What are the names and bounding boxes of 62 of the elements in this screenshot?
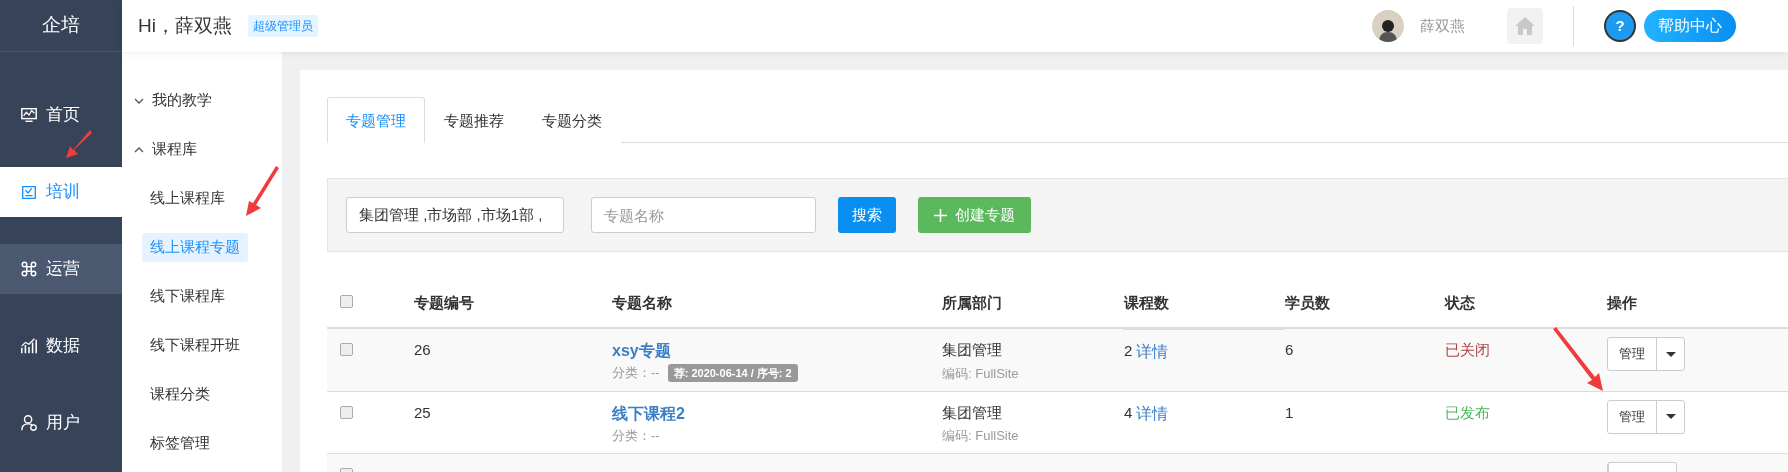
annotation-arrow xyxy=(1553,327,1603,391)
annotation-arrow xyxy=(246,166,279,216)
table-cell: 集团管理 xyxy=(942,403,1002,421)
command-icon xyxy=(20,260,38,278)
home-button[interactable] xyxy=(1507,8,1543,44)
category-text: 分类：-- xyxy=(612,364,660,382)
nav-item[interactable]: 运营 xyxy=(0,244,122,294)
caret-icon xyxy=(1665,414,1676,419)
column-header: 操作 xyxy=(1607,294,1637,312)
column-header: 专题编号 xyxy=(414,294,474,312)
select-all-checkbox[interactable] xyxy=(340,295,353,309)
menu-group[interactable]: 我的教学 xyxy=(134,89,212,112)
column-header: 状态 xyxy=(1445,294,1475,312)
code-text: 编码: FullSite xyxy=(942,428,1019,443)
category-text: 分类：-- xyxy=(612,426,660,445)
role-badge: 超级管理员 xyxy=(247,15,318,37)
table-cell: 6 xyxy=(1285,341,1294,358)
column-header: 专题名称 xyxy=(612,294,672,312)
manage-split-button[interactable]: 管理 xyxy=(1607,399,1685,434)
manage-split-button[interactable]: 管理 xyxy=(1607,337,1685,371)
row-checkbox[interactable] xyxy=(340,405,353,419)
nav-item[interactable]: 数据 xyxy=(0,321,122,371)
row-checkbox[interactable] xyxy=(340,343,353,356)
submenu-item[interactable]: 课程分类 xyxy=(142,380,218,409)
submenu-item[interactable]: 标签管理 xyxy=(142,429,218,458)
annotation-arrow xyxy=(66,130,92,158)
brand-logo: 企培 xyxy=(42,13,80,38)
greeting-text: Hi，薛双燕 xyxy=(138,13,232,38)
topic-name-field[interactable]: 专题名称 xyxy=(591,197,816,233)
user-icon xyxy=(20,414,38,432)
column-header: 学员数 xyxy=(1285,294,1330,312)
detail-link[interactable]: 详情 xyxy=(1136,402,1169,452)
table-cell: 集团管理 xyxy=(942,341,1002,358)
nav-item[interactable]: 首页 xyxy=(0,90,122,140)
recommend-tag: 荐: 2020-06-14 / 序号: 2 xyxy=(667,363,798,382)
submenu-item[interactable]: 线上课程库 xyxy=(142,184,233,213)
caret-icon xyxy=(1665,351,1676,357)
table-cell: 26 xyxy=(414,341,431,358)
nav-item[interactable]: 用户 xyxy=(0,398,122,448)
table-cell: 1 xyxy=(1285,403,1294,421)
menu-group[interactable]: 课程库 xyxy=(134,138,197,161)
status-text: 已发布 xyxy=(1445,403,1490,421)
table-cell-text: 4 xyxy=(1124,403,1133,423)
department-field[interactable]: 集团管理 ,市场部 ,市场1部 , xyxy=(346,197,564,233)
home-icon xyxy=(1514,16,1536,36)
submenu-item[interactable]: 线下课程开班 xyxy=(142,331,248,360)
column-header: 所属部门 xyxy=(942,294,1002,312)
monitor-icon xyxy=(20,106,38,124)
plus-icon xyxy=(934,208,947,222)
status-text: 已关闭 xyxy=(1445,341,1490,358)
detail-link[interactable]: 详情 xyxy=(1136,340,1169,390)
bar-chart-icon xyxy=(20,337,38,355)
submenu-item[interactable]: 线下课程库 xyxy=(142,282,233,311)
avatar[interactable] xyxy=(1372,10,1404,42)
code-text: 编码: FullSite xyxy=(942,365,1019,381)
book-icon xyxy=(20,183,38,201)
table-cell-text: 2 xyxy=(1124,341,1133,361)
table-cell: 25 xyxy=(414,403,431,421)
column-header: 课程数 xyxy=(1124,294,1169,312)
user-name: 薛双燕 xyxy=(1420,15,1465,36)
topic-link[interactable]: xsy专题 xyxy=(612,342,671,359)
topic-link[interactable]: 线下课程2 xyxy=(612,404,685,422)
